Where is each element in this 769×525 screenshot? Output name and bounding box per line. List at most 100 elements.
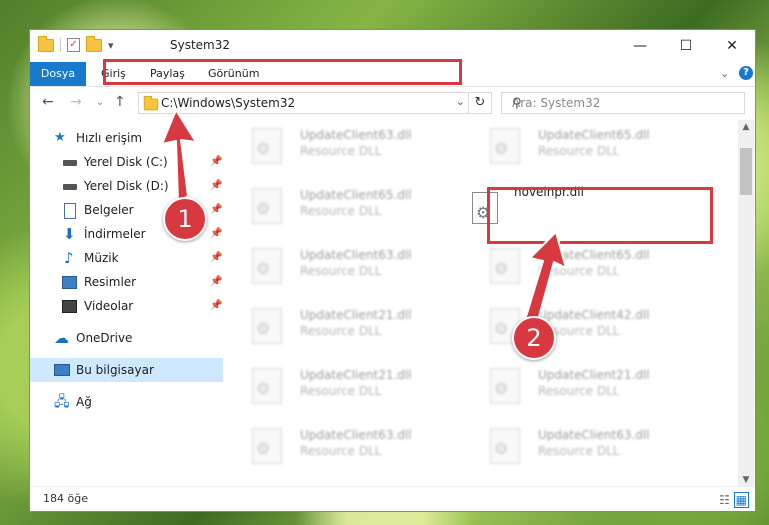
- search-input[interactable]: Ara: System32 ⚲: [501, 92, 745, 114]
- up-arrow-icon[interactable]: ↑: [114, 94, 126, 110]
- sidebar-item-label: Müzik: [84, 251, 119, 265]
- folder-icon[interactable]: [38, 35, 54, 52]
- pin-icon[interactable]: 📌: [210, 174, 222, 198]
- navigation-pane: ★ Hızlı erişim Yerel Disk (C:) 📌 Yerel D…: [30, 126, 226, 486]
- file-item[interactable]: UpdateClient21.dll Resource DLL: [226, 302, 456, 354]
- close-button[interactable]: ✕: [709, 30, 755, 62]
- file-item[interactable]: UpdateClient21.dll Resource DLL: [226, 362, 456, 414]
- file-item[interactable]: UpdateClient63.dll Resource DLL: [226, 242, 456, 294]
- address-bar[interactable]: C:\Windows\System32 ⌄ ↻: [138, 92, 492, 114]
- sidebar-item-label: Yerel Disk (D:): [84, 179, 169, 193]
- dll-file-icon: [252, 368, 282, 404]
- file-list: UpdateClient63.dll Resource DLL UpdateCl…: [226, 120, 740, 487]
- sidebar-item-label: İndirmeler: [84, 227, 146, 241]
- sidebar-item-onedrive[interactable]: ☁ OneDrive: [30, 326, 223, 350]
- sidebar-item-label: OneDrive: [76, 331, 133, 345]
- address-bar-highlight: [103, 59, 462, 85]
- file-type: Resource DLL: [300, 444, 382, 458]
- download-icon: ⬇: [63, 225, 76, 243]
- dll-file-icon: [252, 248, 282, 284]
- file-name: UpdateClient63.dll: [538, 428, 650, 442]
- scroll-down-icon[interactable]: ▼: [738, 475, 754, 485]
- file-item[interactable]: UpdateClient63.dll Resource DLL: [464, 422, 694, 474]
- forward-arrow-icon[interactable]: →: [70, 94, 82, 110]
- sidebar-item-music[interactable]: ♪ Müzik 📌: [30, 246, 223, 270]
- tab-file[interactable]: Dosya: [30, 62, 86, 86]
- navigation-bar: ← → ⌄ ↑ C:\Windows\System32 ⌄ ↻ Ara: Sys…: [30, 87, 755, 119]
- view-mode-icons[interactable]: ☷ ▦: [719, 492, 749, 508]
- file-name: UpdateClient63.dll: [300, 428, 412, 442]
- dll-file-icon: [252, 428, 282, 464]
- properties-icon[interactable]: ✓: [67, 38, 80, 52]
- minimize-button[interactable]: —: [617, 30, 663, 62]
- toolbar-divider: [60, 38, 61, 52]
- dll-file-icon: [252, 128, 282, 164]
- file-item[interactable]: UpdateClient65.dll Resource DLL: [464, 122, 694, 174]
- file-type: Resource DLL: [300, 324, 382, 338]
- file-item[interactable]: UpdateClient63.dll Resource DLL: [226, 422, 456, 474]
- sidebar-item-label: Videolar: [84, 299, 134, 313]
- dll-file-icon: [490, 368, 520, 404]
- pin-icon[interactable]: 📌: [210, 246, 222, 270]
- file-item[interactable]: UpdateClient65.dll Resource DLL: [226, 182, 456, 234]
- scrollbar-thumb[interactable]: [740, 148, 752, 195]
- scroll-up-icon[interactable]: ▲: [738, 122, 754, 132]
- sidebar-item-videos[interactable]: Videolar 📌: [30, 294, 223, 318]
- file-item[interactable]: UpdateClient42.dll Resource DLL: [464, 302, 694, 354]
- help-icon[interactable]: ?: [739, 66, 753, 80]
- file-item[interactable]: UpdateClient21.dll Resource DLL: [464, 362, 694, 414]
- file-name: UpdateClient21.dll: [538, 368, 650, 382]
- title-bar: ✓ ▾ System32 — ☐ ✕: [30, 30, 755, 62]
- back-arrow-icon[interactable]: ←: [42, 94, 54, 110]
- window-title: System32: [170, 38, 231, 52]
- address-dropdown-icon[interactable]: ⌄: [456, 95, 465, 108]
- pin-icon[interactable]: 📌: [210, 222, 222, 246]
- file-name: UpdateClient65.dll: [538, 128, 650, 142]
- file-type: Resource DLL: [300, 144, 382, 158]
- file-type: Resource DLL: [300, 264, 382, 278]
- dll-file-icon: [490, 128, 520, 164]
- documents-icon: [64, 203, 76, 219]
- cloud-icon: ☁: [54, 329, 69, 347]
- file-highlight: [487, 187, 713, 244]
- file-type: Resource DLL: [538, 444, 620, 458]
- pin-icon[interactable]: 📌: [210, 270, 222, 294]
- vertical-scrollbar[interactable]: ▲ ▼: [738, 120, 754, 487]
- address-path[interactable]: C:\Windows\System32: [161, 96, 295, 110]
- videos-icon: [62, 300, 77, 313]
- customize-toolbar-icon[interactable]: ▾: [108, 39, 114, 52]
- search-icon[interactable]: ⚲: [512, 96, 736, 111]
- dll-file-icon: [252, 188, 282, 224]
- sidebar-item-label: Bu bilgisayar: [76, 363, 154, 377]
- file-name: UpdateClient21.dll: [300, 308, 412, 322]
- status-bar: 184 öğe ☷ ▦: [30, 486, 755, 511]
- maximize-button[interactable]: ☐: [663, 30, 709, 62]
- computer-icon: [54, 364, 70, 376]
- network-icon: 🖧: [54, 394, 70, 410]
- sidebar-item-quick-access[interactable]: ★ Hızlı erişim: [30, 126, 223, 150]
- drive-icon: [63, 184, 77, 190]
- dll-file-icon: [490, 428, 520, 464]
- file-type: Resource DLL: [538, 384, 620, 398]
- recent-locations-icon[interactable]: ⌄: [96, 97, 104, 108]
- file-item[interactable]: UpdateClient63.dll Resource DLL: [226, 122, 456, 174]
- pin-icon[interactable]: 📌: [210, 150, 222, 174]
- refresh-icon[interactable]: ↻: [468, 93, 491, 113]
- file-name: UpdateClient21.dll: [300, 368, 412, 382]
- new-folder-icon[interactable]: [86, 35, 102, 52]
- sidebar-item-drive-d[interactable]: Yerel Disk (D:) 📌: [30, 174, 223, 198]
- sidebar-item-label: Yerel Disk (C:): [84, 155, 168, 169]
- sidebar-item-this-pc[interactable]: Bu bilgisayar: [30, 358, 223, 382]
- sidebar-item-network[interactable]: 🖧 Ağ: [30, 390, 223, 414]
- sidebar-item-pictures[interactable]: Resimler 📌: [30, 270, 223, 294]
- file-item[interactable]: UpdateClient65.dll Resource DLL: [464, 242, 694, 294]
- dll-file-icon: [490, 248, 520, 284]
- large-icons-view-icon[interactable]: ▦: [733, 492, 749, 508]
- ribbon-expand-button[interactable]: ⌄: [720, 62, 729, 86]
- pin-icon[interactable]: 📌: [210, 294, 222, 318]
- sidebar-item-label: Resimler: [84, 275, 137, 289]
- file-name: UpdateClient65.dll: [538, 248, 650, 262]
- pin-icon[interactable]: 📌: [210, 198, 222, 222]
- sidebar-item-drive-c[interactable]: Yerel Disk (C:) 📌: [30, 150, 223, 174]
- file-name: UpdateClient63.dll: [300, 248, 412, 262]
